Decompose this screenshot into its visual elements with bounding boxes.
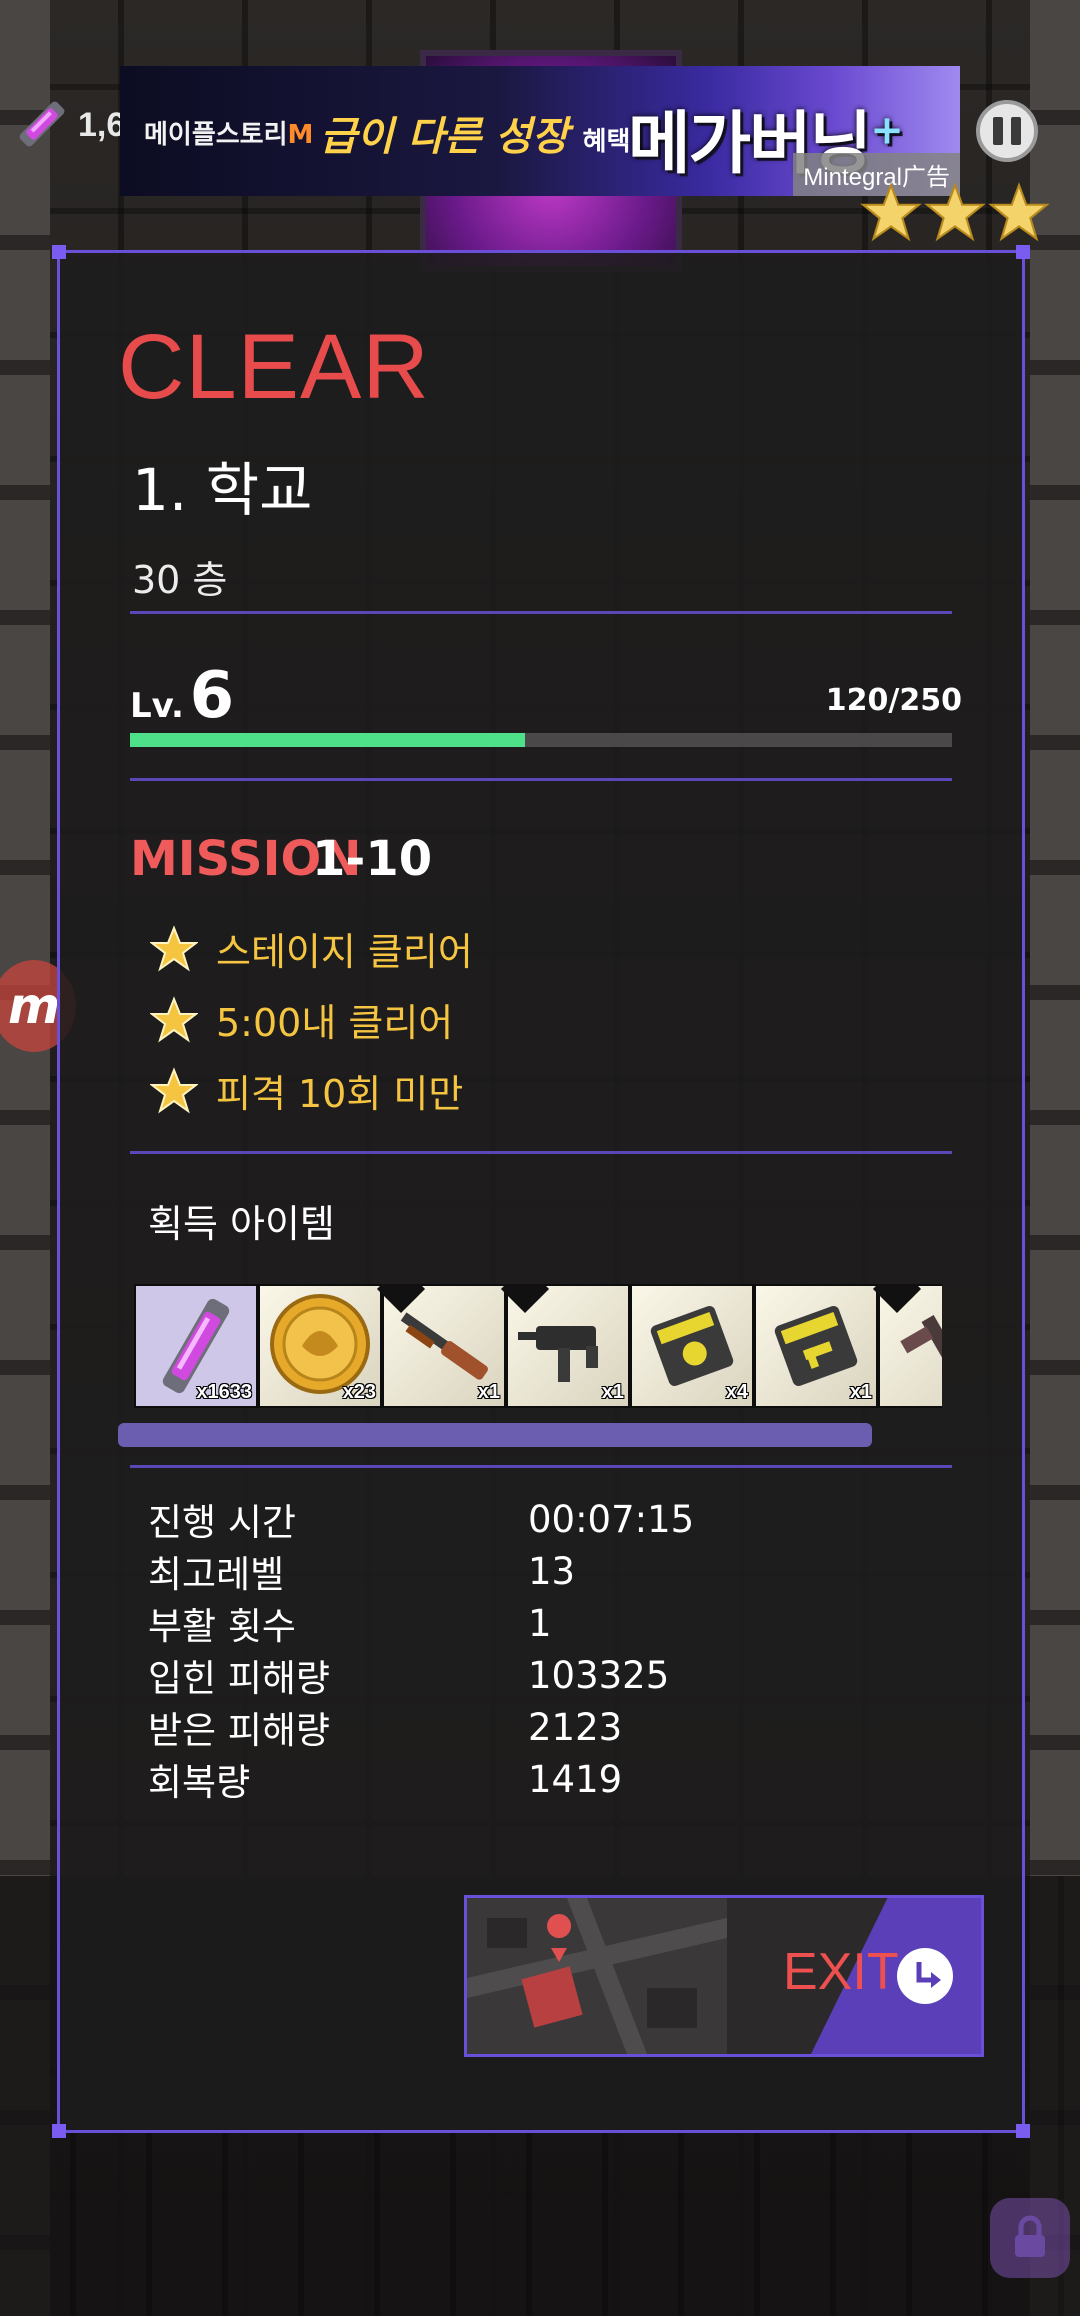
exp-bar-fill <box>130 733 525 747</box>
item-slot[interactable]: x1 <box>376 1284 504 1406</box>
clear-title: CLEAR <box>118 316 430 418</box>
stat-row: 진행 시간 00:07:15 <box>148 1497 695 1545</box>
item-slot[interactable]: x1633 <box>136 1286 256 1406</box>
result-panel: CLEAR 1. 학교 30 층 Lv. 6 120/250 MISSION 1… <box>52 245 1030 2138</box>
star-icon <box>150 924 198 972</box>
map-icon <box>467 1898 727 2054</box>
stat-row: 부활 횟수 1 <box>148 1601 552 1649</box>
mission-list: 스테이지 클리어 5:00내 클리어 피격 10회 미만 <box>150 913 473 1126</box>
divider <box>130 1151 952 1154</box>
stats-table: 진행 시간 00:07:15 최고레벨 13 부활 횟수 1 입힌 피해량 103325… <box>148 1493 694 1805</box>
stat-row: 받은 피해량 2123 <box>148 1705 623 1753</box>
star-icon <box>988 182 1050 242</box>
items-label: 획득 아이템 <box>148 1202 335 1246</box>
pause-button[interactable] <box>976 100 1038 162</box>
pause-icon <box>993 117 1003 145</box>
return-arrow-icon <box>897 1948 953 2004</box>
stage-name: 1. 학교 <box>132 456 313 524</box>
exit-label: EXIT <box>783 1943 899 2001</box>
pistol-icon <box>900 1315 942 1374</box>
ad-slogan: 급이 다른 성장 혜택 <box>320 114 631 160</box>
exit-button[interactable]: EXIT <box>464 1895 984 2057</box>
crystal-count: 1,6 <box>78 106 126 144</box>
crystal-icon <box>14 96 70 152</box>
stat-row: 입힌 피해량 103325 <box>148 1653 670 1701</box>
items-strip[interactable]: x1633 x23 x1 x1 x4 x1 <box>134 1284 942 1408</box>
exp-text: 120/250 <box>825 683 962 718</box>
star-icon <box>924 182 986 242</box>
level-label: Lv. 6 <box>130 659 235 733</box>
divider <box>130 611 952 614</box>
level-value: 6 <box>189 659 235 733</box>
star-icon <box>150 995 198 1043</box>
lock-icon <box>1015 2215 1045 2257</box>
divider <box>130 778 952 781</box>
stat-row: 최고레벨 13 <box>148 1549 576 1597</box>
item-slot[interactable]: x23 <box>260 1286 380 1406</box>
stat-row: 회복량 1419 <box>148 1757 623 1805</box>
ad-banner[interactable]: 메이플스토리M 급이 다른 성장 혜택 메가버닝+ Mintegral广告 <box>120 66 960 196</box>
item-slot[interactable]: x1 <box>756 1286 876 1406</box>
floor-label: 30 층 <box>132 558 228 602</box>
exp-bar <box>130 733 952 747</box>
mission-item: 5:00내 클리어 <box>150 984 473 1055</box>
item-slot[interactable]: x1 <box>500 1284 628 1406</box>
star-icon <box>860 182 922 242</box>
item-slot[interactable]: x4 <box>632 1286 752 1406</box>
lock-button[interactable] <box>990 2198 1070 2278</box>
mission-item: 피격 10회 미만 <box>150 1055 473 1126</box>
stage-stars <box>860 182 1050 244</box>
mission-number: 1-10 <box>312 831 433 887</box>
item-slot[interactable] <box>872 1284 942 1406</box>
star-icon <box>150 1066 198 1114</box>
items-scrollbar[interactable] <box>118 1423 872 1447</box>
mission-item: 스테이지 클리어 <box>150 913 473 984</box>
ad-brand: 메이플스토리M <box>144 120 314 150</box>
divider <box>130 1465 952 1468</box>
